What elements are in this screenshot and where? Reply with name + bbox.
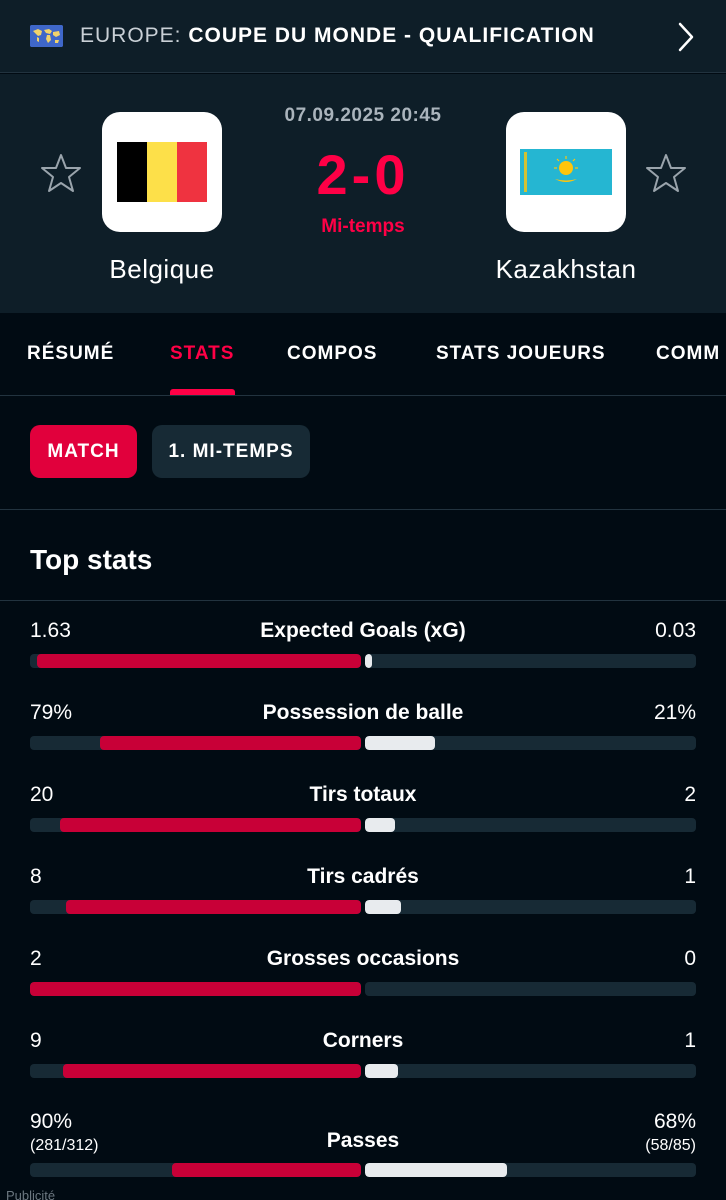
competition-title: EUROPE: COUPE DU MONDE - QUALIFICATION — [80, 24, 595, 48]
stat-away-bar-track — [365, 900, 696, 914]
stat-away-value: 1 — [684, 1029, 696, 1052]
stat-label: Tirs totaux — [309, 783, 417, 806]
competition-region: EUROPE: — [80, 24, 182, 47]
stat-home-bar-track — [30, 982, 361, 996]
stat-away-value: 0.03 — [655, 619, 696, 642]
stat-away-bar — [365, 818, 395, 832]
world-map-flag-icon — [30, 25, 63, 47]
stat-away-value: 68% — [653, 1110, 696, 1133]
section-title: Top stats — [30, 544, 153, 575]
section-divider — [0, 600, 726, 601]
tab-stats[interactable]: STATS — [170, 343, 234, 365]
home-team-name[interactable]: Belgique — [42, 254, 282, 285]
stat-away-bar — [365, 900, 402, 914]
match-tabs: RÉSUMÉ STATS COMPOS STATS JOUEURS COMM — [0, 313, 726, 396]
tab-compos[interactable]: COMPOS — [287, 343, 377, 365]
filter-match-button[interactable]: MATCH — [30, 425, 137, 478]
period-filter: MATCH 1. MI-TEMPS — [0, 396, 726, 510]
stat-home-bar-track — [30, 736, 361, 750]
away-team-logo[interactable] — [506, 112, 626, 232]
tab-stats-joueurs[interactable]: STATS JOUEURS — [436, 343, 606, 365]
stat-away-bar — [365, 1163, 508, 1177]
tab-commentaires[interactable]: COMM — [656, 343, 720, 365]
stat-label: Tirs cadrés — [307, 865, 419, 888]
stat-away-bar — [365, 654, 372, 668]
stat-label: Possession de balle — [262, 701, 464, 724]
stat-home-bar-track — [30, 1163, 361, 1177]
stat-away-bar-track — [365, 654, 696, 668]
stat-home-bar-track — [30, 818, 361, 832]
match-header: Belgique 07.09.2025 20:45 2-0 Mi-temps K… — [0, 74, 726, 313]
stat-away-value: 21% — [653, 701, 696, 724]
ad-label: Publicité — [6, 1188, 56, 1200]
stat-away-bar-track — [365, 736, 696, 750]
stat-home-bar-track — [30, 900, 361, 914]
stat-away-detail: (58/85) — [645, 1137, 696, 1154]
stat-label: Passes — [326, 1129, 400, 1152]
stat-away-value: 1 — [684, 865, 696, 888]
stat-home-bar — [172, 1163, 361, 1177]
away-team-name[interactable]: Kazakhstan — [446, 254, 686, 285]
competition-name: COUPE DU MONDE - QUALIFICATION — [188, 24, 595, 47]
stat-away-bar — [365, 1064, 399, 1078]
stat-away-value: 0 — [684, 947, 696, 970]
stat-home-bar — [30, 982, 361, 996]
kazakhstan-flag-icon — [520, 149, 612, 195]
stat-away-value: 2 — [684, 783, 696, 806]
filter-first-half-button[interactable]: 1. MI-TEMPS — [152, 425, 310, 478]
stat-home-bar — [99, 736, 361, 750]
stat-home-bar — [59, 818, 361, 832]
stat-away-bar-track — [365, 1064, 696, 1078]
stat-away-bar — [365, 736, 435, 750]
stat-label: Corners — [322, 1029, 404, 1052]
stat-away-bar-track — [365, 818, 696, 832]
tab-resume[interactable]: RÉSUMÉ — [27, 343, 114, 365]
stat-home-bar-track — [30, 654, 361, 668]
star-outline-icon[interactable] — [645, 152, 687, 194]
stat-home-bar — [63, 1064, 361, 1078]
stat-home-bar — [36, 654, 361, 668]
stat-home-bar-track — [30, 1064, 361, 1078]
chevron-right-icon[interactable] — [670, 20, 700, 54]
competition-bar[interactable]: EUROPE: COUPE DU MONDE - QUALIFICATION — [0, 0, 726, 73]
stat-label: Expected Goals (xG) — [260, 619, 466, 642]
active-tab-indicator — [170, 389, 235, 395]
stat-away-bar-track — [365, 1163, 696, 1177]
stat-home-bar — [66, 900, 361, 914]
stat-label: Grosses occasions — [266, 947, 460, 970]
stat-away-bar-track — [365, 982, 696, 996]
